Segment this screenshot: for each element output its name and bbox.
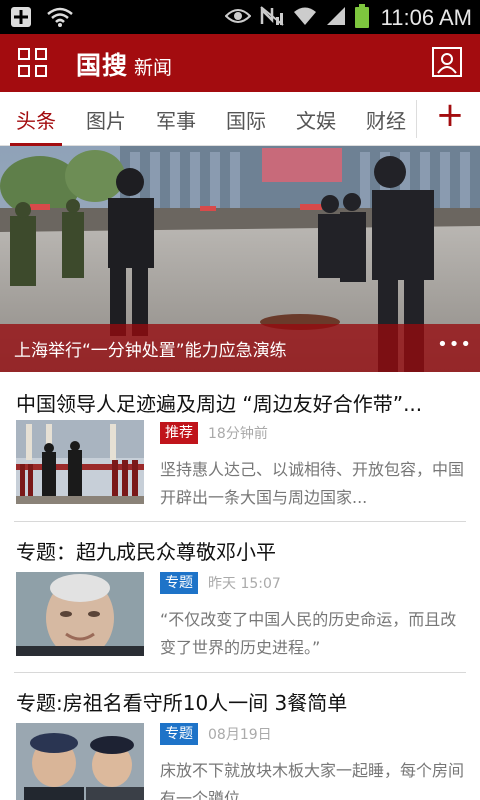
news-item[interactable]: 专题：超九成民众尊敬邓小平 专题 昨天 15:07 “不仅改变了中国人民的历史命… [0,522,480,672]
news-time: 08月19日 [208,727,272,743]
news-thumbnail [16,723,144,800]
news-summary: 坚持惠人达己、以诚相待、开放包容，中国开辟出一条大国与周边国家... [160,460,465,507]
signal-strength-icon [325,5,347,31]
menu-grid-icon[interactable] [18,48,48,78]
wifi-notification-icon [46,6,74,32]
recommend-badge: 推荐 [160,422,198,444]
user-profile-icon[interactable] [432,47,462,77]
hero-banner[interactable]: 上海举行“一分钟处置”能力应急演练 ••• [0,146,480,372]
category-tabs: 头条 图片 军事 国际 文娱 财经 + [0,92,480,146]
status-bar: 11:06 AM [0,0,480,34]
logo-subtitle: 新闻 [134,57,173,79]
tab-entertainment[interactable]: 文娱 [294,92,338,146]
tab-separator [416,100,417,138]
add-notification-icon [10,6,32,32]
app-header: 国搜 新闻 [0,34,480,92]
tab-international[interactable]: 国际 [224,92,268,146]
news-meta: 推荐 18分钟前 [160,422,268,444]
status-time: 11:06 AM [380,5,472,30]
add-tab-button[interactable]: + [432,96,468,136]
logo-brand: 国搜 [76,51,129,80]
news-title[interactable]: 专题:房祖名看守所10人一间 3餐简单 [16,687,466,716]
news-thumbnail [16,420,144,504]
news-summary: “不仅改变了中国人民的历史命运，而且改变了世界的历史进程。” [160,610,457,657]
news-meta: 专题 08月19日 [160,723,272,745]
hero-caption: 上海举行“一分钟处置”能力应急演练 [14,341,287,361]
topic-badge: 专题 [160,572,198,594]
battery-icon [354,4,369,32]
more-dots-icon[interactable]: ••• [437,334,472,355]
tab-headlines[interactable]: 头条 [10,92,62,146]
news-thumbnail [16,572,144,656]
news-time: 昨天 15:07 [208,576,281,592]
eye-icon [224,6,252,30]
no-signal-icon [259,5,285,31]
news-summary: 床放不下就放块木板大家一起睡，每个房间有一个蹲位 [160,761,465,800]
wifi-icon [293,5,317,31]
tab-pictures[interactable]: 图片 [84,92,128,146]
app-logo: 国搜 新闻 [76,46,172,82]
tab-finance[interactable]: 财经 [364,92,408,146]
tab-military[interactable]: 军事 [154,92,198,146]
news-item[interactable]: 中国领导人足迹遍及周边 “周边友好合作带”... 推荐 18分钟前 坚持惠人达己… [0,372,480,522]
hero-caption-bar: 上海举行“一分钟处置”能力应急演练 ••• [0,324,480,372]
news-time: 18分钟前 [208,426,268,442]
news-title[interactable]: 专题：超九成民众尊敬邓小平 [16,536,466,565]
news-title[interactable]: 中国领导人足迹遍及周边 “周边友好合作带”... [16,388,466,417]
topic-badge: 专题 [160,723,198,745]
news-item[interactable]: 专题:房祖名看守所10人一间 3餐简单 专题 08月19日 床放不下就放块木板大… [0,673,480,800]
news-meta: 专题 昨天 15:07 [160,572,281,594]
